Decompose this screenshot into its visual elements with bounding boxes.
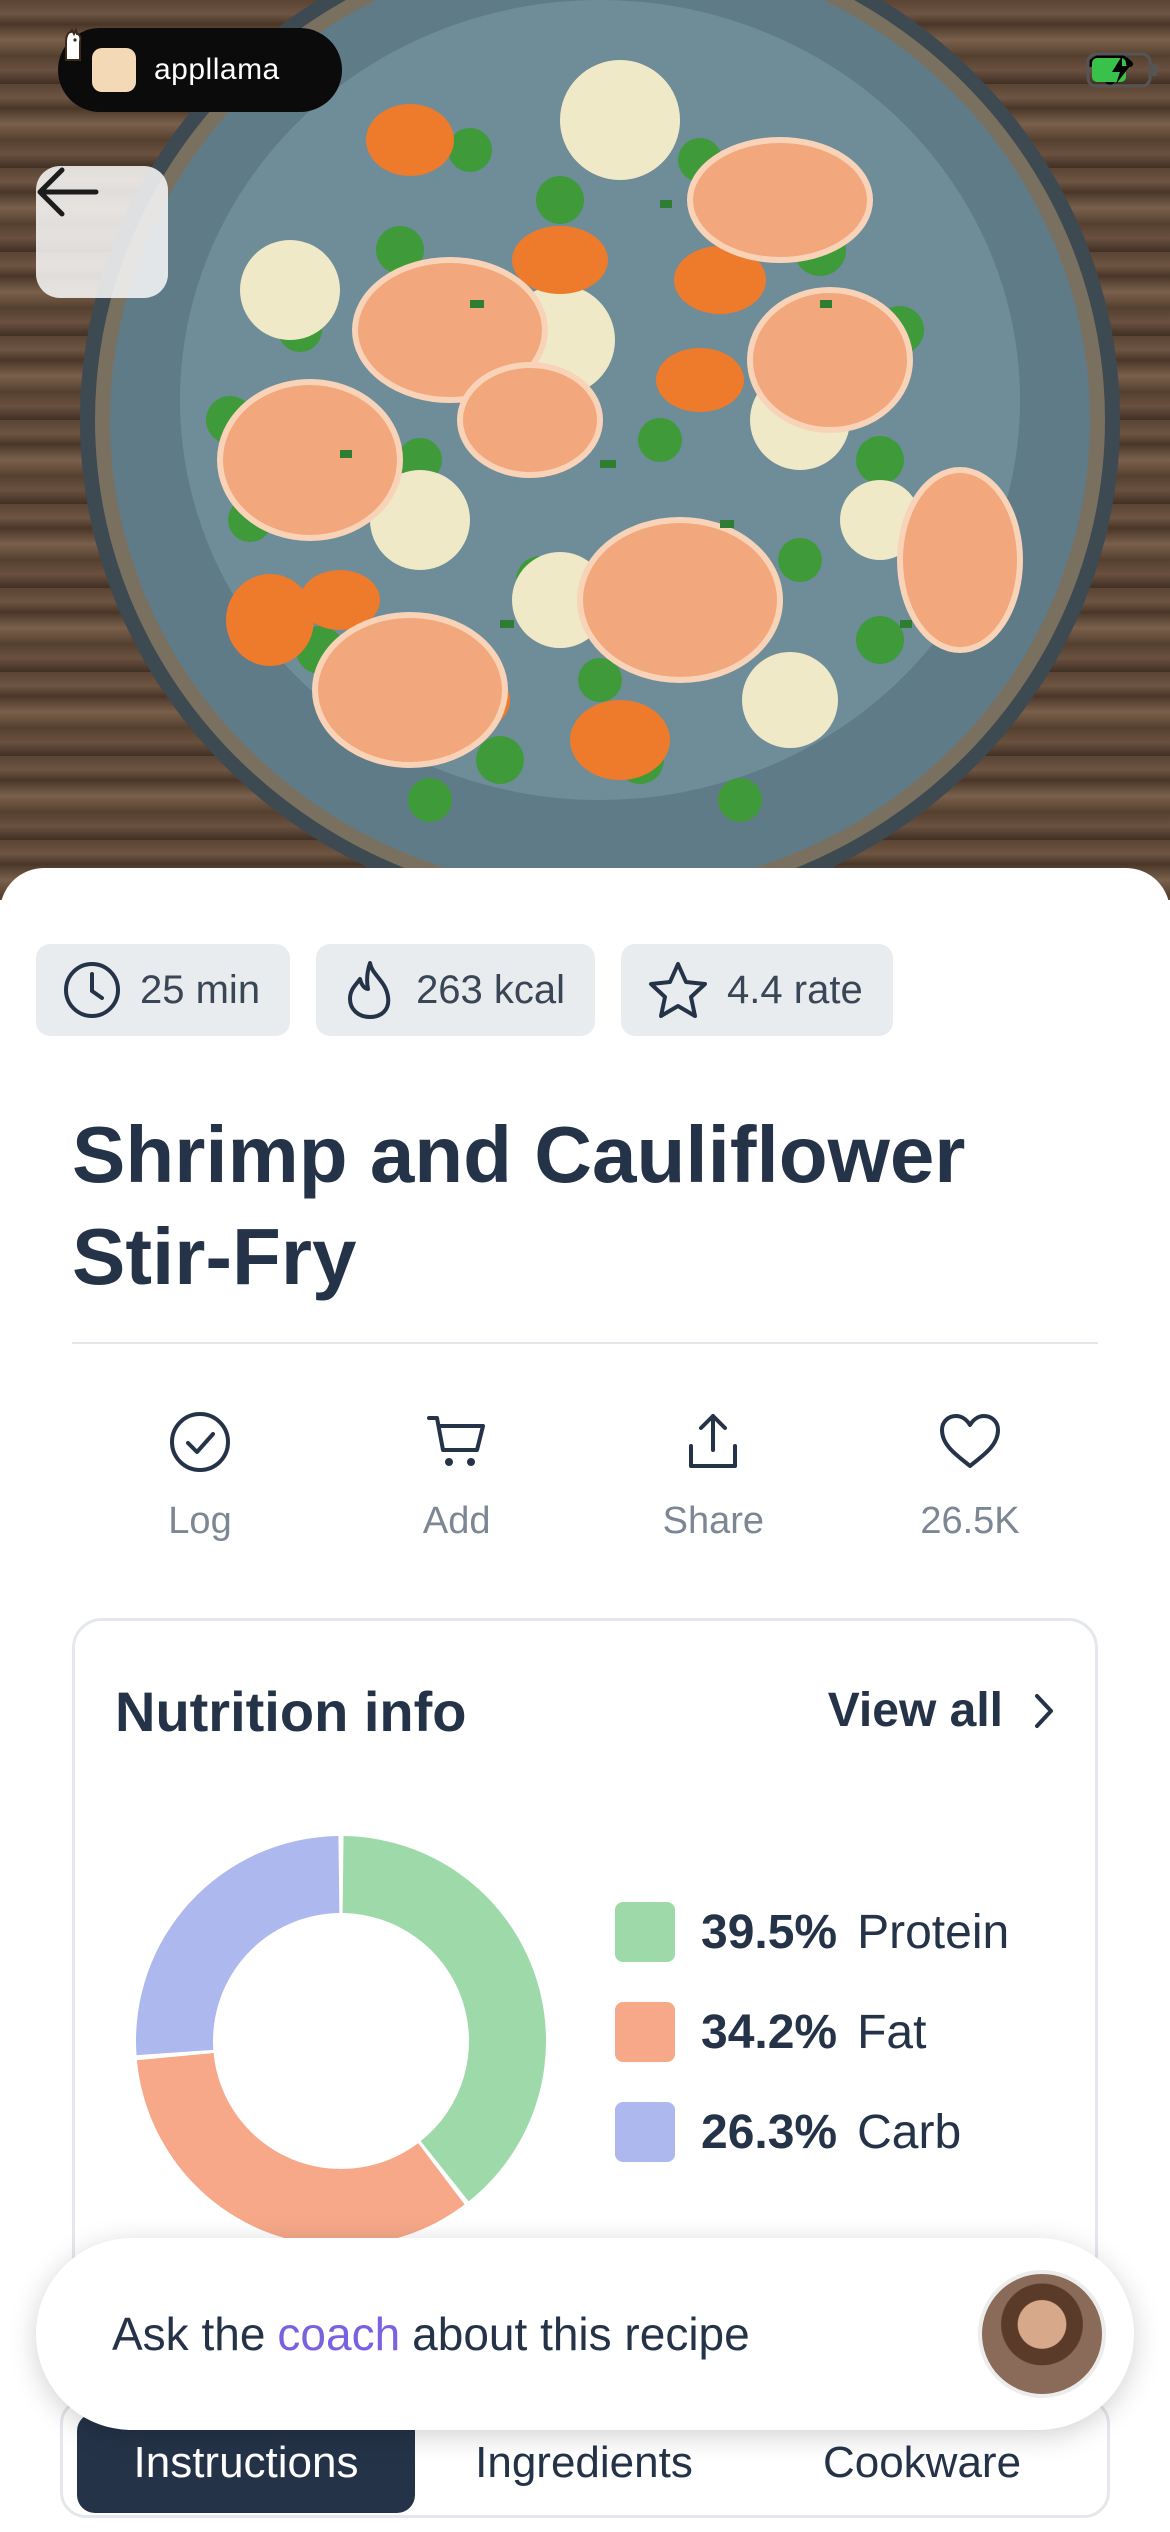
log-button[interactable]: Log [72, 1410, 328, 1543]
chevron-right-icon [1035, 1693, 1053, 1728]
divider [72, 1342, 1098, 1344]
coach-link: coach [277, 2308, 401, 2360]
legend-label: Carb [857, 2105, 962, 2159]
share-button[interactable]: Share [585, 1410, 841, 1543]
recipe-stats: 25 min 263 kcal 4.4 rate [36, 944, 893, 1036]
legend-item-fat: 34.2% Fat [615, 2001, 1009, 2063]
legend-label: Fat [857, 2005, 927, 2059]
macro-donut-chart [136, 1836, 547, 2246]
likes-count: 26.5K [920, 1500, 1020, 1542]
macro-legend: 39.5% Protein 34.2% Fat 26.3% Carb [615, 1901, 1009, 2163]
food-photo [80, 0, 1120, 900]
donut-slice-carb [136, 1836, 340, 2056]
time-label: 25 min [140, 967, 261, 1012]
log-label: Log [168, 1500, 232, 1542]
battery-charging-icon [1086, 52, 1157, 88]
back-button[interactable] [36, 166, 168, 298]
rating-chip: 4.4 rate [621, 944, 893, 1036]
legend-swatch [615, 2102, 675, 2162]
recipe-actions: Log Add Share 26.5K [72, 1410, 1098, 1543]
llama-logo-icon [65, 28, 136, 92]
arrow-left-icon [37, 167, 99, 217]
calories-label: 263 kcal [416, 967, 566, 1012]
recipe-title: Shrimp and Cauliflower Stir-Fry [72, 1110, 966, 1301]
add-to-cart-button[interactable]: Add [329, 1410, 585, 1543]
ask-coach-bar[interactable]: Ask the coach about this recipe [36, 2238, 1134, 2430]
legend-percent: 34.2% [701, 2005, 838, 2059]
heart-icon [939, 1414, 1000, 1468]
donut-slice-protein [342, 1836, 547, 2202]
check-circle-icon [170, 1412, 230, 1472]
view-all-label: View all [827, 1684, 1003, 1737]
share-icon [689, 1414, 738, 1468]
legend-swatch [615, 2002, 675, 2062]
coach-avatar[interactable] [978, 2270, 1106, 2398]
view-all-link[interactable]: View all [828, 1683, 1055, 1738]
brand-badge: appllama [58, 28, 342, 112]
cart-icon [426, 1416, 485, 1466]
flame-icon [348, 961, 391, 1019]
legend-item-protein: 39.5% Protein [615, 1901, 1009, 1963]
add-label: Add [422, 1500, 491, 1542]
favorite-button[interactable]: 26.5K [842, 1410, 1098, 1543]
legend-percent: 26.3% [701, 2105, 838, 2159]
rating-label: 4.4 rate [727, 967, 863, 1012]
brand-name: appllama [154, 53, 280, 86]
time-chip: 25 min [36, 944, 291, 1036]
legend-swatch [615, 1902, 675, 1962]
star-icon [649, 962, 708, 1018]
clock-icon [64, 962, 120, 1018]
legend-label: Protein [857, 1905, 1010, 1959]
coach-prompt: Ask the coach about this recipe [112, 2238, 750, 2430]
coach-prefix: Ask the [112, 2308, 266, 2360]
share-label: Share [662, 1500, 765, 1542]
coach-suffix: about this recipe [412, 2308, 750, 2360]
donut-slice-fat [136, 2053, 465, 2246]
nutrition-title: Nutrition info [115, 1680, 467, 1743]
recipe-hero-image: appllama [0, 0, 1170, 900]
calories-chip: 263 kcal [316, 944, 596, 1036]
legend-percent: 39.5% [701, 1905, 838, 1959]
legend-item-carb: 26.3% Carb [615, 2101, 1009, 2163]
